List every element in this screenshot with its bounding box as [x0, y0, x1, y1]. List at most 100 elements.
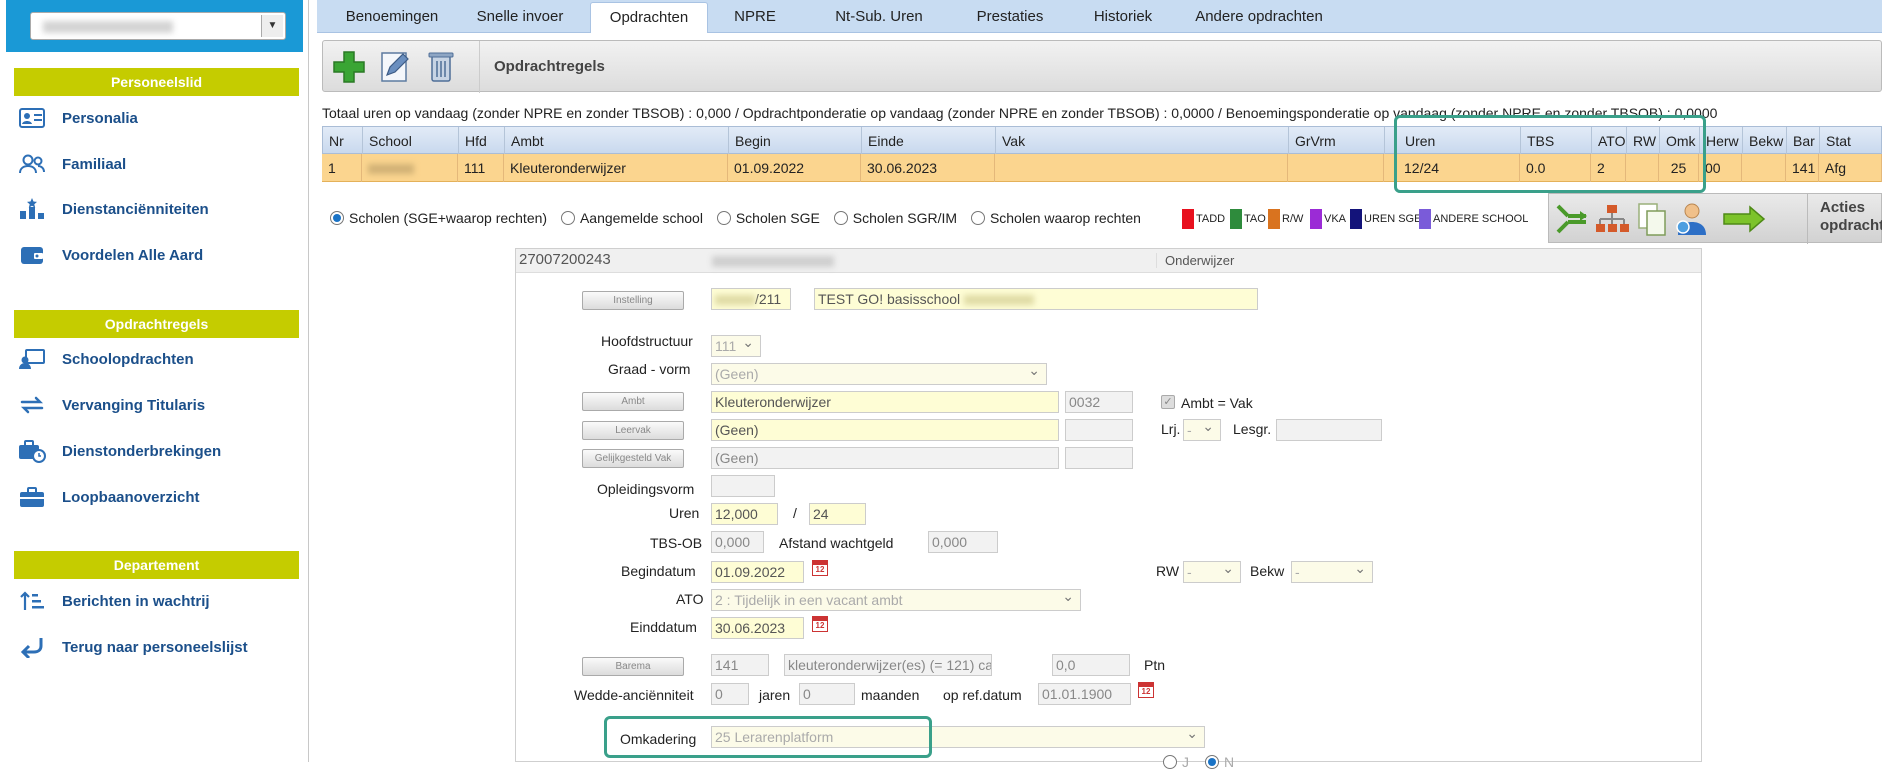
ambt-code-field[interactable]: 0032	[1065, 391, 1133, 413]
ref-datum-field[interactable]: 01.01.1900	[1038, 683, 1131, 705]
begindatum-field[interactable]: 01.09.2022	[711, 561, 804, 583]
tab-npre[interactable]: NPRE	[710, 2, 800, 33]
ambt-button[interactable]: Ambt	[582, 392, 684, 411]
col-school[interactable]: School	[363, 127, 459, 155]
radio-scholen-rechten[interactable]: Scholen waarop rechten	[970, 210, 1141, 226]
sidebar-item-terug[interactable]: Terug naar personeelslijst	[18, 632, 298, 662]
col-hfd[interactable]: Hfd	[459, 127, 505, 155]
einddatum-field[interactable]: 30.06.2023	[711, 617, 804, 639]
id-card-icon	[18, 105, 46, 131]
sidebar-item-personalia[interactable]: Personalia	[18, 103, 298, 133]
col-herw[interactable]: Herw	[1700, 127, 1743, 155]
lesgr-field[interactable]	[1276, 419, 1382, 441]
graad-vorm-select[interactable]: (Geen)	[711, 363, 1047, 385]
maanden-field[interactable]: 0	[799, 683, 855, 705]
chevron-down-icon[interactable]: ▼	[261, 15, 283, 37]
tab-andere-opdrachten[interactable]: Andere opdrachten	[1179, 2, 1339, 33]
copy-icon[interactable]	[1633, 200, 1671, 238]
redacted	[964, 295, 1035, 306]
col-rw[interactable]: RW	[1627, 127, 1660, 155]
hoofdstructuur-select[interactable]: 111	[711, 335, 761, 357]
barema-description-field[interactable]: kleuteronderwijzer(es) (= 121) cao 93-	[784, 654, 992, 676]
radio-button[interactable]	[716, 211, 731, 225]
sidebar-item-berichten[interactable]: Berichten in wachtrij	[18, 586, 298, 616]
radio-aangemelde-school[interactable]: Aangemelde school	[560, 210, 703, 226]
lrj-select[interactable]: -	[1183, 419, 1221, 441]
calendar-icon[interactable]: 12	[812, 616, 828, 632]
afstand-wachtgeld-field[interactable]: 0,000	[928, 531, 998, 553]
leervak-button[interactable]: Leervak	[582, 421, 684, 440]
calendar-icon[interactable]: 12	[1138, 682, 1154, 698]
col-bar[interactable]: Bar	[1787, 127, 1820, 155]
radio-ja[interactable]	[1163, 755, 1177, 769]
tab-benoemingen[interactable]: Benoemingen	[329, 2, 455, 33]
jaren-field[interactable]: 0	[711, 683, 749, 705]
edit-icon[interactable]	[375, 47, 415, 87]
ptn-field[interactable]: 0,0	[1052, 654, 1130, 676]
uren-field[interactable]: 12,000	[711, 503, 778, 525]
radio-scholen-sge[interactable]: Scholen SGE	[716, 210, 820, 226]
arrow-right-icon[interactable]	[1719, 200, 1769, 238]
radio-button[interactable]	[833, 211, 848, 225]
col-einde[interactable]: Einde	[862, 127, 996, 155]
col-begin[interactable]: Begin	[729, 127, 862, 155]
radio-nee[interactable]	[1205, 755, 1219, 769]
leervak-code-field[interactable]	[1065, 419, 1133, 441]
instelling-name-field[interactable]: TEST GO! basisschool	[814, 288, 1258, 310]
sidebar-item-loopbaanoverzicht[interactable]: Loopbaanoverzicht	[18, 482, 298, 512]
col-grvrm[interactable]: GrVrm	[1289, 127, 1385, 155]
gelijkgesteld-code-field[interactable]	[1065, 447, 1133, 469]
barema-field[interactable]: 141	[711, 654, 769, 676]
rw-select[interactable]: -	[1183, 561, 1241, 583]
sidebar-item-dienstonderbrekingen[interactable]: Dienstonderbrekingen	[18, 436, 298, 466]
tbs-ob-field[interactable]: 0,000	[711, 531, 764, 553]
col-stat[interactable]: Stat	[1820, 127, 1882, 155]
tab-nt-sub-uren[interactable]: Nt-Sub. Uren	[805, 2, 953, 33]
bekw-select[interactable]: -	[1291, 561, 1373, 583]
table-row[interactable]: 1 111 Kleuteronderwijzer 01.09.2022 30.0…	[322, 154, 1882, 182]
sidebar-item-familiaal[interactable]: Familiaal	[18, 149, 298, 179]
gelijkgesteld-vak-field[interactable]: (Geen)	[711, 447, 1059, 469]
opleidingsvorm-field[interactable]	[711, 475, 775, 497]
sidebar-item-dienstancienniteiten[interactable]: Dienstanciënniteiten	[18, 194, 298, 224]
calendar-icon[interactable]: 12	[812, 560, 828, 576]
uren-total-field[interactable]: 24	[809, 503, 866, 525]
tab-prestaties[interactable]: Prestaties	[954, 2, 1066, 33]
user-settings-icon[interactable]	[1673, 200, 1711, 238]
col-ambt[interactable]: Ambt	[505, 127, 729, 155]
radio-button[interactable]	[330, 211, 344, 225]
ambt-field[interactable]: Kleuteronderwijzer	[711, 391, 1059, 413]
sidebar-item-voordelen[interactable]: Voordelen Alle Aard	[18, 240, 298, 270]
col-omk[interactable]: Omk	[1660, 127, 1700, 155]
col-vak[interactable]: Vak	[996, 127, 1289, 155]
radio-scholen-sgr-im[interactable]: Scholen SGR/IM	[833, 210, 957, 226]
instelling-code-field[interactable]: /211	[711, 288, 791, 310]
sidebar-item-vervanging[interactable]: Vervanging Titularis	[18, 390, 298, 420]
radio-scholen-sge-rechten[interactable]: Scholen (SGE+waarop rechten)	[330, 210, 547, 226]
ato-select[interactable]: 2 : Tijdelijk in een vacant ambt	[711, 589, 1081, 611]
omkadering-select[interactable]: 25 Lerarenplatform	[711, 726, 1205, 748]
barema-button[interactable]: Barema	[582, 657, 684, 676]
tab-snelle-invoer[interactable]: Snelle invoer	[457, 2, 583, 33]
leervak-field[interactable]: (Geen)	[711, 419, 1059, 441]
col-bekw[interactable]: Bekw	[1743, 127, 1787, 155]
add-icon[interactable]	[329, 47, 369, 87]
gelijkgesteld-vak-button[interactable]: Gelijkgesteld Vak	[582, 449, 684, 468]
org-chart-icon[interactable]	[1593, 200, 1631, 238]
col-nr[interactable]: Nr	[323, 127, 363, 155]
radio-button[interactable]	[970, 211, 985, 225]
personnel-select[interactable]: ▼	[30, 12, 286, 40]
col-ato[interactable]: ATO	[1592, 127, 1627, 155]
ambt-vak-checkbox[interactable]: ✓	[1161, 395, 1175, 409]
split-arrows-icon[interactable]	[1553, 200, 1591, 238]
tab-historiek[interactable]: Historiek	[1067, 2, 1179, 33]
col-tbs[interactable]: TBS	[1521, 127, 1592, 155]
sidebar-item-schoolopdrachten[interactable]: Schoolopdrachten	[18, 344, 298, 374]
tab-opdrachten[interactable]: Opdrachten	[590, 2, 708, 33]
sidebar-section-departement: Departement	[14, 551, 299, 579]
delete-icon[interactable]	[421, 47, 461, 87]
instelling-button[interactable]: Instelling	[582, 291, 684, 310]
col-uren[interactable]: Uren	[1399, 127, 1521, 155]
radio-button[interactable]	[560, 211, 575, 225]
lrj-label: Lrj.	[1161, 421, 1181, 437]
